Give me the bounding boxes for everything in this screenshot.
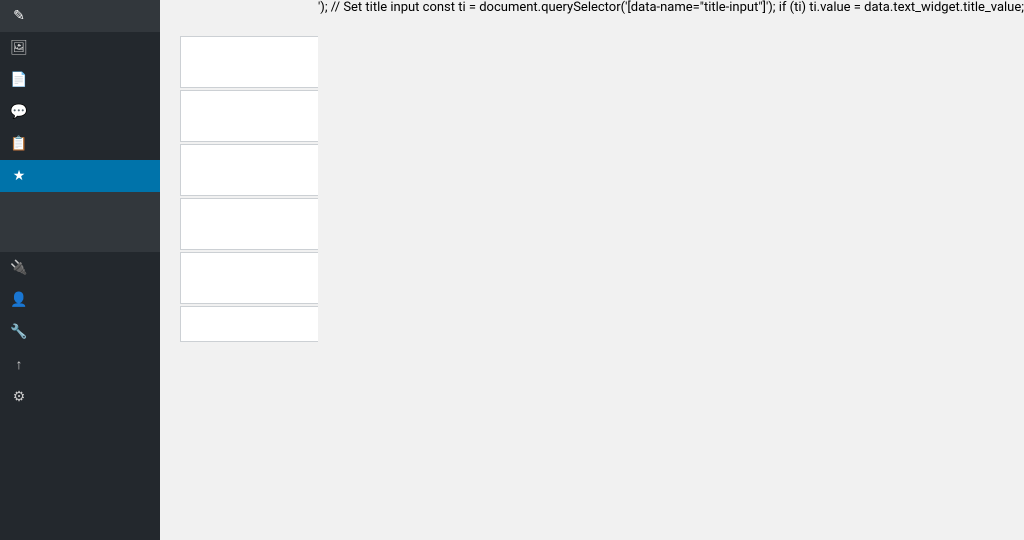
appearance-submenu (0, 192, 160, 252)
sidebar-item-pages[interactable]: 📄 (0, 64, 160, 96)
sidebar-sub-item-menus[interactable] (0, 228, 160, 240)
sidebar-item-posts[interactable]: ✎ (0, 0, 160, 32)
users-icon: 👤 (10, 292, 28, 308)
widget-audio: ▼ (180, 90, 318, 142)
sidebar-item-migration[interactable]: ↑ (0, 348, 160, 381)
widget-archives-desc (181, 71, 318, 87)
widget-categories: ▼ (180, 198, 318, 250)
appearance-icon: ★ (10, 168, 28, 184)
main-content: ▼ ▼ ▼ ▼ (160, 0, 318, 540)
sidebar-item-plugins[interactable]: 🔌 (0, 252, 160, 284)
widget-gallery: ▼ (180, 306, 318, 342)
migration-icon: ↑ (10, 356, 28, 373)
tools-icon: 🔧 (10, 324, 28, 340)
media-icon: 🖼 (10, 40, 28, 56)
posts-icon: ✎ (10, 8, 28, 24)
sidebar-item-users[interactable]: 👤 (0, 284, 160, 316)
sidebar-sub-item-customise[interactable] (0, 204, 160, 216)
wpforms-icon: 📋 (10, 136, 28, 152)
widget-gallery-header[interactable]: ▼ (181, 307, 318, 341)
widget-calendar: ▼ (180, 144, 318, 196)
sidebar-item-comments[interactable]: 💬 (0, 96, 160, 128)
sidebar-item-tools[interactable]: 🔧 (0, 316, 160, 348)
pages-icon: 📄 (10, 72, 28, 88)
widget-categories-desc (181, 233, 318, 249)
sidebar-item-media[interactable]: 🖼 (0, 32, 160, 64)
sidebar-sub-item-widgets[interactable] (0, 216, 160, 228)
widget-audio-header[interactable]: ▼ (181, 91, 318, 125)
widget-archives-header[interactable]: ▼ (181, 37, 318, 71)
widget-custom-html-desc (181, 287, 318, 303)
comments-icon: 💬 (10, 104, 28, 120)
widget-calendar-desc (181, 179, 318, 195)
widget-calendar-header[interactable]: ▼ (181, 145, 318, 179)
settings-icon: ⚙ (10, 389, 28, 405)
sidebar: ✎ 🖼 📄 💬 📋 ★ 🔌 👤 🔧 ↑ (0, 0, 160, 540)
sidebar-sub-item-theme-editor[interactable] (0, 240, 160, 252)
sidebar-item-wpforms[interactable]: 📋 (0, 128, 160, 160)
widget-custom-html-header[interactable]: ▼ (181, 253, 318, 287)
widget-categories-header[interactable]: ▼ (181, 199, 318, 233)
widget-custom-html: ▼ (180, 252, 318, 304)
sidebar-item-appearance[interactable]: ★ (0, 160, 160, 192)
widget-audio-desc (181, 125, 318, 141)
available-widgets-panel: ▼ ▼ ▼ ▼ (180, 20, 318, 520)
widget-archives: ▼ (180, 36, 318, 88)
sidebar-sub-item-themes[interactable] (0, 192, 160, 204)
sidebar-item-settings[interactable]: ⚙ (0, 381, 160, 413)
plugins-icon: 🔌 (10, 260, 28, 276)
